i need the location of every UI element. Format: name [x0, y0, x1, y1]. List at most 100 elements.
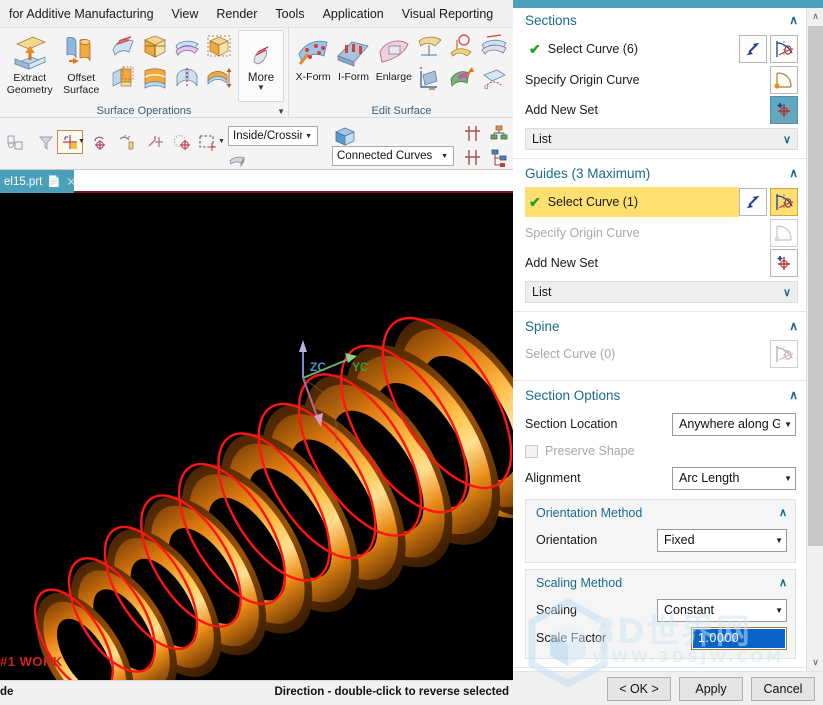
intersection-point-button[interactable]: [143, 131, 169, 155]
orientation-combo[interactable]: Fixed ▼: [657, 528, 787, 552]
menu-item-tools[interactable]: Tools: [266, 4, 313, 24]
sections-add-new-set-button[interactable]: [770, 96, 798, 124]
more-surface-operations-button[interactable]: More ▼: [238, 30, 284, 102]
cancel-button[interactable]: Cancel: [751, 676, 815, 701]
curve-rule-caret-icon: ▼: [441, 152, 448, 160]
point-dialog-caret-icon[interactable]: ▼: [78, 138, 85, 145]
menu-item-visual-reporting[interactable]: Visual Reporting: [393, 4, 503, 24]
scrollbar-thumb[interactable]: [808, 26, 823, 546]
global-shaping-button[interactable]: [446, 30, 478, 62]
curve-rule-combo[interactable]: Connected Curves ▼: [332, 146, 454, 166]
dialog-title-bar[interactable]: [513, 0, 823, 8]
arc-center-button[interactable]: [87, 131, 113, 155]
group-header-section-options[interactable]: Section Options ∧: [513, 381, 806, 409]
selection-rule-combo[interactable]: Inside/Crossing ▼: [228, 126, 318, 146]
smooth-surface-button[interactable]: u: [478, 62, 510, 94]
check-icon-sections: ✔: [529, 40, 541, 57]
chevron-up-icon-sections[interactable]: ∧: [789, 13, 798, 27]
enlarge-icon: [379, 40, 409, 63]
scaling-combo[interactable]: Constant ▼: [657, 598, 787, 622]
guides-reverse-direction-button[interactable]: [739, 188, 767, 216]
assembly-a-button[interactable]: [486, 122, 512, 146]
i-form-button[interactable]: I-Form: [333, 30, 373, 83]
menu-item-render[interactable]: Render: [207, 4, 266, 24]
subgroup-header-scaling-method[interactable]: Scaling Method ∧: [526, 570, 795, 595]
subgroup-header-orientation-method[interactable]: Orientation Method ∧: [526, 500, 795, 525]
rect-select-caret-icon[interactable]: ▼: [218, 138, 225, 145]
chevron-up-icon-section-options[interactable]: ∧: [789, 388, 798, 402]
bend-sheet-button[interactable]: [414, 30, 446, 62]
dialog-scrollbar[interactable]: ∧ ∨: [806, 8, 823, 671]
scale-factor-row: Scale Factor 1.0000: [536, 625, 787, 651]
chevron-down-icon-sections-list: ∨: [782, 133, 791, 146]
scroll-down-arrow-icon[interactable]: ∨: [807, 654, 823, 671]
guides-list-bar[interactable]: List ∨: [525, 281, 798, 303]
thicken-button[interactable]: [203, 62, 235, 94]
group-header-spine[interactable]: Spine ∧: [513, 312, 806, 340]
scaling-row: Scaling Constant ▼: [536, 595, 787, 625]
assembly-b-button[interactable]: [486, 146, 512, 170]
sections-add-new-set-label: Add New Set: [525, 103, 598, 117]
menu-item-application[interactable]: Application: [314, 4, 393, 24]
enlarge-button[interactable]: Enlarge: [374, 30, 414, 83]
trim-body-button[interactable]: [203, 30, 235, 62]
ok-button[interactable]: < OK >: [607, 676, 671, 701]
surface-ops-expand-icon[interactable]: ▼: [277, 107, 285, 116]
preserve-shape-row[interactable]: Preserve Shape: [525, 439, 796, 463]
origin-curve-icon: [774, 72, 792, 89]
sheets-to-solid-button[interactable]: [171, 30, 203, 62]
snap-point-button[interactable]: [3, 131, 29, 155]
apply-button[interactable]: Apply: [679, 676, 743, 701]
guides-add-new-set-button[interactable]: [770, 249, 798, 277]
constraint-a-button[interactable]: [460, 122, 486, 146]
filter-button[interactable]: [33, 131, 59, 155]
sections-reverse-direction-button[interactable]: [739, 35, 767, 63]
chevron-up-icon-orientation-method[interactable]: ∧: [779, 506, 787, 519]
reshape-button[interactable]: [478, 30, 510, 62]
sections-origin-curve-button[interactable]: [770, 66, 798, 94]
shaded-render-button[interactable]: [224, 148, 250, 172]
section-location-value: Anywhere along Gu: [679, 417, 781, 431]
scale-factor-input[interactable]: 1.0000: [691, 626, 787, 650]
group-header-guides[interactable]: Guides (3 Maximum) ∧: [513, 159, 806, 187]
chevron-up-icon-scaling-method[interactable]: ∧: [779, 576, 787, 589]
chevron-up-icon-guides[interactable]: ∧: [789, 166, 798, 180]
guides-curve-select-button[interactable]: [770, 188, 798, 216]
alignment-row: Alignment Arc Length ▼: [525, 463, 796, 493]
quadrant-point-button[interactable]: [115, 131, 141, 155]
divide-face-icon: [144, 35, 166, 58]
menu-item-view[interactable]: View: [163, 4, 208, 24]
extract-geometry-button[interactable]: Extract Geometry: [4, 30, 56, 96]
patch-button[interactable]: [107, 62, 139, 94]
x-form-button[interactable]: X-Form: [293, 30, 333, 83]
alignment-combo[interactable]: Arc Length ▼: [672, 466, 796, 490]
graphics-viewport[interactable]: ZC YC #1 WORK: [0, 193, 515, 680]
i-form-icon: [337, 41, 370, 67]
sections-select-curve-row[interactable]: ✔ Select Curve (6): [525, 34, 739, 64]
match-edge-button[interactable]: [446, 62, 478, 94]
constraint-b-button[interactable]: [460, 146, 486, 170]
face-point-button[interactable]: [169, 131, 195, 155]
sections-list-bar[interactable]: List ∨: [525, 128, 798, 150]
spine-curve-select-button[interactable]: [770, 340, 798, 368]
divide-face-button[interactable]: [139, 30, 171, 62]
section-location-combo[interactable]: Anywhere along Gu ▼: [672, 412, 796, 436]
scroll-up-arrow-icon[interactable]: ∧: [807, 8, 823, 25]
transform-surface-button[interactable]: [414, 62, 446, 94]
close-icon[interactable]: ✕: [66, 175, 76, 189]
more-caret-icon: ▼: [257, 82, 265, 92]
part-tab[interactable]: el15.prt 📄 ✕: [0, 170, 76, 193]
trim-sheet-button[interactable]: [139, 62, 171, 94]
menu-item-additive[interactable]: for Additive Manufacturing: [0, 4, 163, 24]
chevron-up-icon-spine[interactable]: ∧: [789, 319, 798, 333]
split-body-button[interactable]: [171, 62, 203, 94]
group-header-sections[interactable]: Sections ∧: [513, 8, 806, 34]
guides-list-label: List: [532, 285, 552, 299]
intersection-point-icon: [148, 136, 163, 147]
preserve-shape-checkbox[interactable]: [525, 444, 538, 458]
untrim-button[interactable]: [107, 30, 139, 62]
guides-select-curve-row[interactable]: ✔ Select Curve (1): [525, 187, 739, 217]
offset-surface-button[interactable]: Offset Surface: [56, 30, 108, 96]
sections-curve-select-button[interactable]: [770, 35, 798, 63]
group-spine: Spine ∧ Select Curve (0): [513, 312, 806, 381]
